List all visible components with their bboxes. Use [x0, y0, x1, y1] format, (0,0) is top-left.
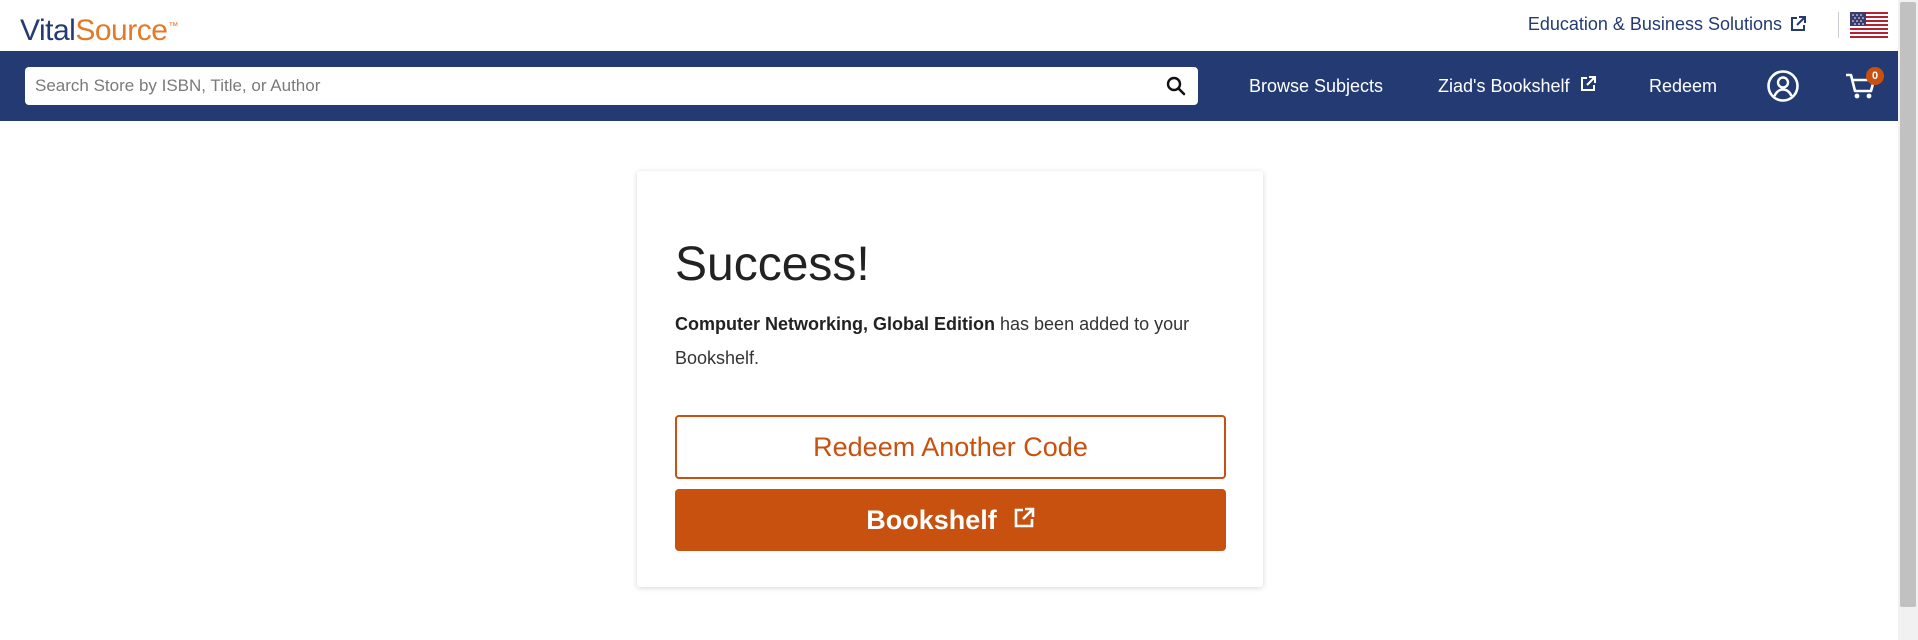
- top-divider: [1838, 12, 1839, 38]
- vitalsource-logo[interactable]: VitalSource™: [20, 8, 178, 50]
- search-box: [25, 67, 1198, 105]
- book-title: Computer Networking, Global Edition: [675, 314, 996, 334]
- bookshelf-nav-label: Ziad's Bookshelf: [1438, 75, 1570, 96]
- top-utility-bar: VitalSource™ Education & Business Soluti…: [0, 0, 1898, 51]
- logo-text-source: Source: [75, 14, 168, 47]
- external-link-icon: [1013, 505, 1035, 536]
- success-title: Success!: [675, 238, 870, 291]
- account-icon[interactable]: [1766, 51, 1800, 121]
- main-navbar: Browse Subjects Ziad's Bookshelf Redeem: [0, 51, 1898, 121]
- cart-count-badge: 0: [1866, 67, 1884, 85]
- success-card: Success! Computer Networking, Global Edi…: [637, 171, 1263, 587]
- education-business-link[interactable]: Education & Business Solutions: [1528, 12, 1806, 36]
- redeem-nav-link[interactable]: Redeem: [1649, 51, 1717, 121]
- logo-trademark: ™: [168, 21, 178, 32]
- scrollbar-thumb[interactable]: [1900, 2, 1916, 607]
- browse-subjects-link[interactable]: Browse Subjects: [1249, 51, 1383, 121]
- search-input[interactable]: [25, 67, 1145, 105]
- redeem-another-code-label: Redeem Another Code: [813, 431, 1088, 462]
- external-link-icon: [1580, 75, 1596, 97]
- search-icon[interactable]: [1162, 72, 1190, 100]
- external-link-icon: [1790, 16, 1806, 32]
- cart-button[interactable]: 0: [1844, 51, 1884, 121]
- bookshelf-nav-link[interactable]: Ziad's Bookshelf: [1438, 51, 1596, 121]
- page-scrollbar[interactable]: [1898, 0, 1918, 640]
- logo-text-vital: Vital: [20, 14, 76, 47]
- redeem-another-code-button[interactable]: Redeem Another Code: [675, 415, 1226, 479]
- us-flag-icon[interactable]: [1850, 12, 1888, 38]
- page: VitalSource™ Education & Business Soluti…: [0, 0, 1918, 640]
- browse-subjects-label: Browse Subjects: [1249, 75, 1384, 96]
- redeem-nav-label: Redeem: [1649, 75, 1718, 96]
- success-message: Computer Networking, Global Edition has …: [675, 307, 1225, 375]
- bookshelf-button-label: Bookshelf: [866, 504, 997, 535]
- education-business-label: Education & Business Solutions: [1527, 14, 1782, 34]
- bookshelf-button[interactable]: Bookshelf: [675, 489, 1226, 551]
